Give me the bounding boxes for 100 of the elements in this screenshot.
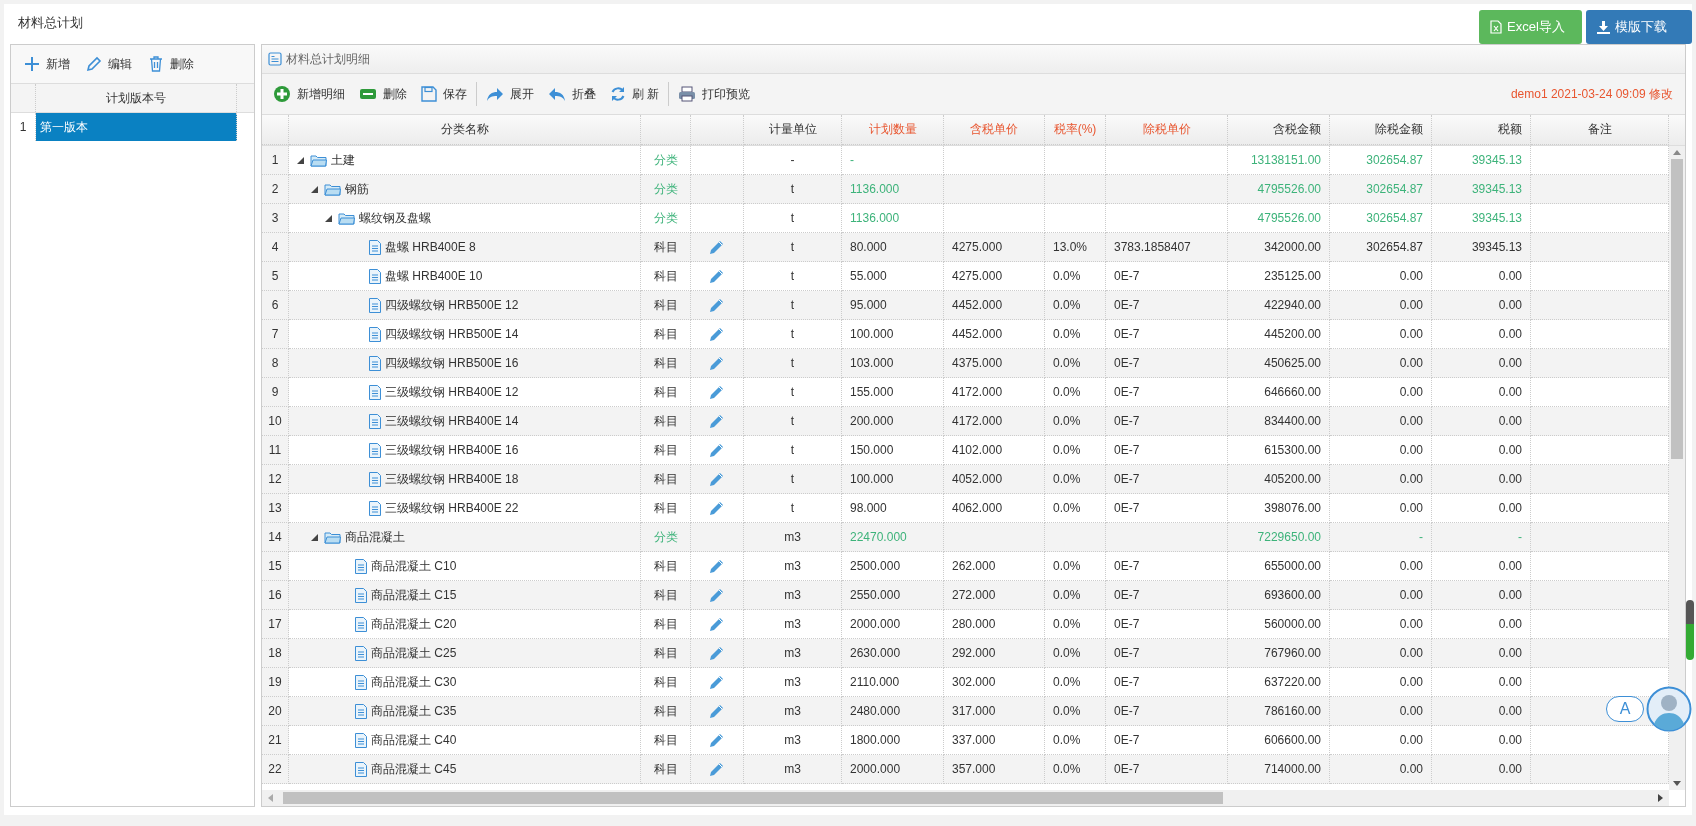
- caret-icon[interactable]: [325, 214, 332, 222]
- table-cell: m3: [744, 697, 842, 726]
- print-button[interactable]: 打印预览: [673, 83, 756, 105]
- column-header[interactable]: 备注: [1531, 115, 1669, 145]
- table-cell: 22470.000: [842, 523, 944, 552]
- edit-icon[interactable]: [709, 413, 725, 429]
- row-number: 1: [262, 146, 289, 175]
- row-number: 3: [262, 204, 289, 233]
- caret-icon[interactable]: [311, 533, 318, 541]
- edit-icon[interactable]: [709, 645, 725, 661]
- table-cell: 80.000: [842, 233, 944, 262]
- table-cell: 317.000: [944, 697, 1045, 726]
- edit-icon[interactable]: [709, 732, 725, 748]
- material-name: 商品混凝土 C45: [371, 760, 457, 778]
- table-cell: 0E-7: [1106, 697, 1228, 726]
- table-cell: 0.00: [1432, 465, 1531, 494]
- edit-icon[interactable]: [709, 616, 725, 632]
- save-button[interactable]: 保存: [416, 83, 472, 105]
- table-cell: 39345.13: [1432, 233, 1531, 262]
- expand-button[interactable]: 展开: [481, 83, 539, 105]
- printer-icon: [678, 86, 697, 102]
- table-cell: 714000.00: [1228, 755, 1330, 784]
- table-cell: 200.000: [842, 407, 944, 436]
- edit-icon[interactable]: [709, 326, 725, 342]
- material-name: 商品混凝土 C30: [371, 673, 457, 691]
- refresh-button[interactable]: 刷 新: [605, 83, 665, 105]
- table-cell: 0.0%: [1045, 697, 1106, 726]
- remove-button[interactable]: 删除: [354, 83, 412, 105]
- table-cell: 0.00: [1432, 291, 1531, 320]
- right-arrow-icon[interactable]: [1658, 794, 1663, 802]
- caret-icon[interactable]: [297, 156, 304, 164]
- document-icon: [369, 384, 381, 400]
- column-header[interactable]: 含税金额: [1228, 115, 1330, 145]
- table-cell: [1045, 175, 1106, 204]
- edit-icon[interactable]: [709, 703, 725, 719]
- left-arrow-icon[interactable]: [268, 794, 273, 802]
- edit-icon[interactable]: [709, 442, 725, 458]
- document-icon: [369, 442, 381, 458]
- edit-button[interactable]: 编辑: [81, 53, 137, 75]
- document-icon: [369, 268, 381, 284]
- scroll-thumb[interactable]: [1671, 159, 1683, 459]
- table-cell: 4275.000: [944, 233, 1045, 262]
- avatar-icon[interactable]: [1646, 686, 1692, 732]
- material-name: 三级螺纹钢 HRB400E 16: [385, 441, 519, 459]
- table-cell: 0.00: [1432, 639, 1531, 668]
- edit-icon[interactable]: [709, 471, 725, 487]
- table-cell: 0.00: [1330, 465, 1432, 494]
- table-cell: 0E-7: [1106, 291, 1228, 320]
- document-icon: [369, 326, 381, 342]
- add-button[interactable]: 新增明细: [268, 83, 350, 105]
- minus-icon: [359, 88, 377, 100]
- edit-icon[interactable]: [709, 384, 725, 400]
- edit-icon[interactable]: [709, 297, 725, 313]
- table-cell: m3: [744, 523, 842, 552]
- column-header[interactable]: 税额: [1432, 115, 1531, 145]
- table-cell: 科目: [641, 291, 691, 320]
- spreadsheet-icon: [1490, 20, 1502, 34]
- delete-button[interactable]: 删除: [143, 53, 199, 75]
- row-number: 8: [262, 349, 289, 378]
- edit-icon[interactable]: [709, 761, 725, 777]
- material-name: 商品混凝土 C25: [371, 644, 457, 662]
- table-cell: 科目: [641, 349, 691, 378]
- column-header[interactable]: 计量单位: [744, 115, 842, 145]
- horizontal-scrollbar[interactable]: [262, 790, 1669, 806]
- scroll-thumb[interactable]: [283, 792, 1223, 804]
- edit-icon[interactable]: [709, 500, 725, 516]
- material-name: 盘螺 HRB400E 8: [385, 238, 476, 256]
- edit-icon[interactable]: [709, 587, 725, 603]
- caret-icon[interactable]: [311, 185, 318, 193]
- modified-note: demo1 2021-03-24 09:09 修改: [1510, 85, 1674, 103]
- table-cell: m3: [744, 581, 842, 610]
- page-scrollbar[interactable]: [1686, 600, 1694, 660]
- folder-icon: [338, 211, 355, 225]
- table-cell: 0.0%: [1045, 755, 1106, 784]
- material-name: 商品混凝土: [345, 528, 405, 546]
- version-item[interactable]: 第一版本: [36, 113, 237, 141]
- material-name: 三级螺纹钢 HRB400E 22: [385, 499, 519, 517]
- table-cell: 科目: [641, 697, 691, 726]
- edit-icon[interactable]: [709, 239, 725, 255]
- row-number: 12: [262, 465, 289, 494]
- collapse-button[interactable]: 折叠: [543, 83, 601, 105]
- up-arrow-icon[interactable]: [1673, 150, 1681, 155]
- table-cell: 0.0%: [1045, 639, 1106, 668]
- column-header[interactable]: 除税金额: [1330, 115, 1432, 145]
- row-number: 15: [262, 552, 289, 581]
- vertical-scrollbar[interactable]: [1669, 146, 1685, 790]
- edit-icon[interactable]: [709, 558, 725, 574]
- add-button[interactable]: 新增: [19, 53, 75, 75]
- template-download-button[interactable]: 模版下载: [1586, 10, 1692, 44]
- table-cell: 0E-7: [1106, 349, 1228, 378]
- table-cell: 科目: [641, 581, 691, 610]
- material-name: 土建: [331, 151, 355, 169]
- down-arrow-icon[interactable]: [1673, 781, 1681, 786]
- column-header[interactable]: 分类名称: [289, 115, 641, 145]
- list-icon: [268, 52, 282, 66]
- edit-icon[interactable]: [709, 674, 725, 690]
- edit-icon[interactable]: [709, 268, 725, 284]
- table-cell: 693600.00: [1228, 581, 1330, 610]
- refresh-icon: [610, 86, 626, 102]
- edit-icon[interactable]: [709, 355, 725, 371]
